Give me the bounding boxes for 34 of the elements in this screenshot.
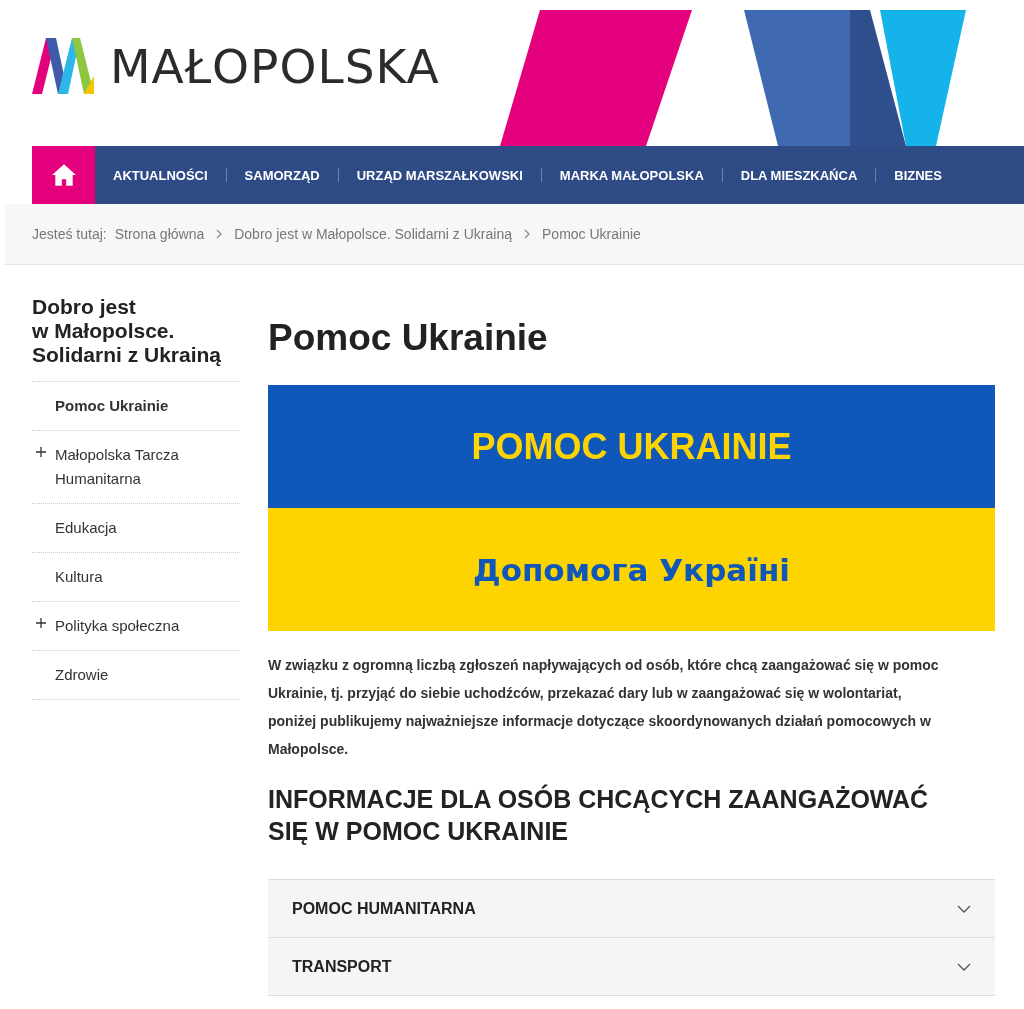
sidebar-link[interactable]: Zdrowie	[55, 663, 240, 687]
home-button[interactable]	[32, 146, 95, 204]
intro-paragraph: W związku z ogromną liczbą zgłoszeń napływających od osób, które chcą zaangażować się w pomoc Ukrainie, tj. przyjąć do siebie uchodźców, przekazać dary lub w zaangażować się w wolontariat, poniżej publikujemy najważniejsze informacje dotyczące skoordynowanych działań pomocowych w Małopolsce.	[268, 656, 940, 759]
banner-heading: POMOC UKRAINIE	[471, 425, 792, 468]
section-heading: INFORMACJE DLA OSÓB CHCĄCYCH ZAANGAŻOWAĆ SIĘ W POMOC UKRAINIE	[268, 783, 930, 847]
nav-link[interactable]: URZĄD MARSZAŁKOWSKI	[338, 167, 541, 183]
sidebar-link[interactable]: Małopolska Tarcza Humanitarna	[55, 443, 240, 491]
page-title: Pomoc Ukrainie	[268, 317, 549, 359]
nav-link[interactable]: MARKA MAŁOPOLSKA	[541, 167, 722, 183]
accordion-header[interactable]: POMOC HUMANITARNA	[268, 880, 995, 938]
sidebar-link[interactable]: Polityka społeczna	[55, 614, 240, 638]
sidebar-link[interactable]: Edukacja	[55, 516, 240, 540]
sidebar-link[interactable]: Pomoc Ukrainie	[55, 394, 240, 418]
accordion-header[interactable]: TRANSPORT	[268, 938, 995, 996]
plus-icon[interactable]	[36, 618, 46, 628]
chevron-icon	[957, 962, 971, 971]
logo-icon	[32, 36, 96, 96]
logo-text: MAŁOPOLSKA	[110, 38, 440, 94]
current-page-label: Pomoc Ukrainie	[542, 226, 641, 242]
nav-link[interactable]: AKTUALNOŚCI	[95, 167, 226, 183]
chevron-icon	[524, 229, 530, 239]
banner-subheading: Допомога Україні	[473, 551, 790, 588]
chevron-icon	[957, 904, 971, 913]
nav-link[interactable]: DLA MIESZKAŃCA	[722, 167, 876, 183]
breadcrumb-link[interactable]: Dobro jest w Małopolsce. Solidarni z Ukrainą	[234, 226, 512, 242]
home-icon	[50, 163, 77, 187]
nav-link[interactable]: SAMORZĄD	[226, 167, 338, 183]
chevron-icon	[216, 229, 223, 239]
breadcrumb-link[interactable]: Strona główna	[114, 226, 205, 242]
plus-icon[interactable]	[36, 447, 46, 457]
nav-link[interactable]: BIZNES	[876, 167, 960, 183]
breadcrumb-label: Jesteś tutaj:	[32, 226, 107, 242]
sidebar-title: Dobro jest w Małopolsce. Solidarni z Ukrainą	[32, 295, 223, 367]
sidebar-link[interactable]: Kultura	[55, 565, 240, 589]
